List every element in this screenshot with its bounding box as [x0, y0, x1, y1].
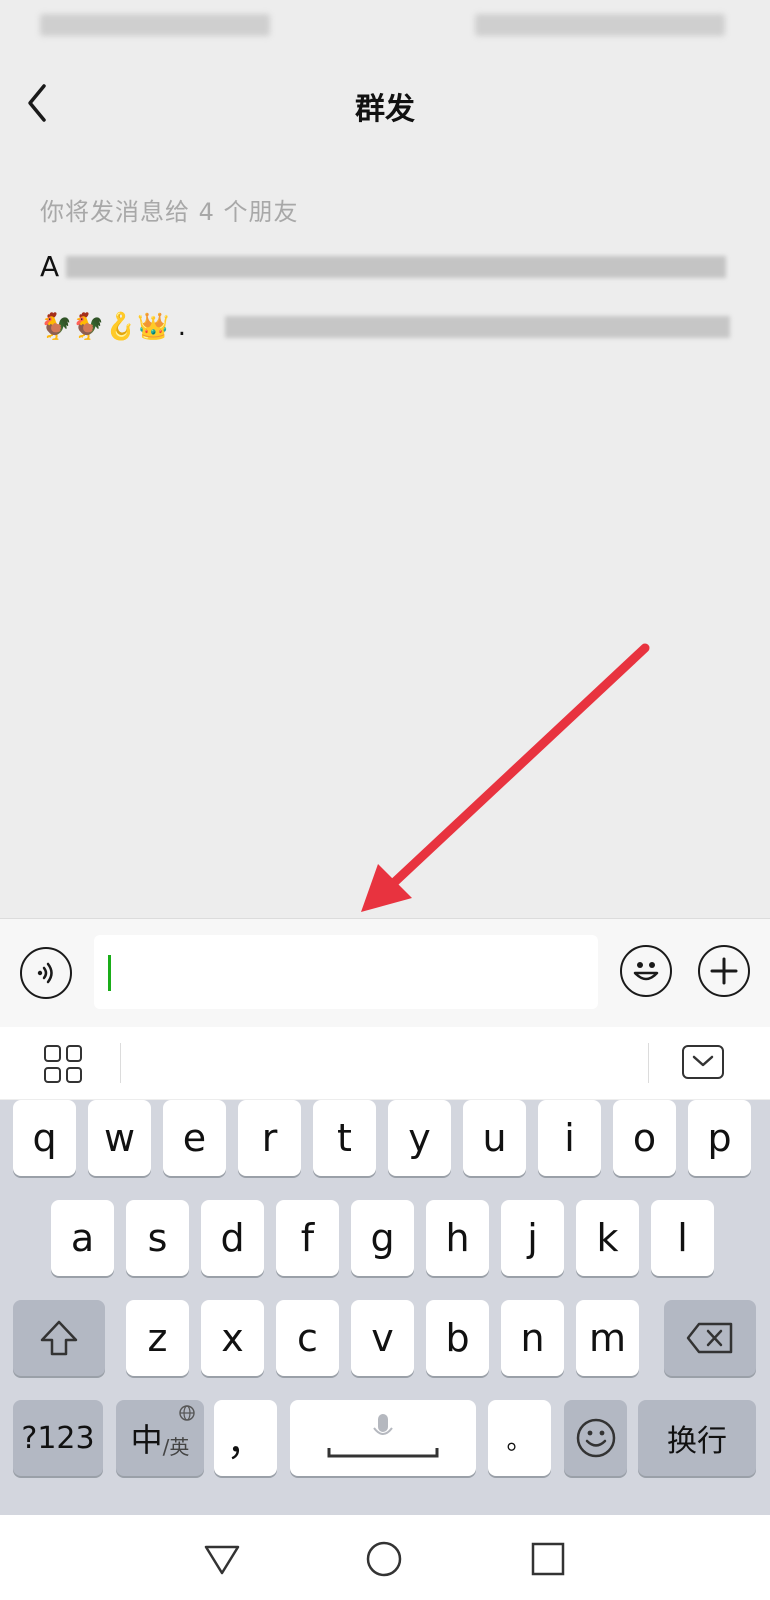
key-t[interactable]: t — [313, 1100, 376, 1176]
key-x[interactable]: x — [201, 1300, 264, 1376]
nav-bar: 群发 — [0, 60, 770, 150]
key-g[interactable]: g — [351, 1200, 414, 1276]
key-m[interactable]: m — [576, 1300, 639, 1376]
emoji-button[interactable] — [620, 945, 672, 997]
recipient-names: A 🐓🐓🪝👑 . — [40, 242, 730, 342]
back-triangle-icon[interactable] — [202, 1539, 242, 1579]
numbers-key[interactable]: ?123 — [13, 1400, 103, 1476]
hide-keyboard-icon[interactable] — [682, 1045, 724, 1079]
emoji-key[interactable] — [564, 1400, 627, 1476]
comma-key[interactable]: ， — [214, 1400, 277, 1476]
status-bar-right-blurred — [475, 14, 725, 36]
voice-toggle-button[interactable] — [20, 947, 72, 999]
key-c[interactable]: c — [276, 1300, 339, 1376]
key-y[interactable]: y — [388, 1100, 451, 1176]
recipient-names-mosaic-2 — [225, 316, 730, 338]
key-v[interactable]: v — [351, 1300, 414, 1376]
space-key[interactable] — [290, 1400, 476, 1476]
toolbar-divider — [648, 1043, 649, 1083]
text-caret — [108, 955, 111, 991]
smiley-icon — [633, 962, 659, 981]
keyboard-toolbar — [0, 1027, 770, 1099]
key-i[interactable]: i — [538, 1100, 601, 1176]
system-nav-bar — [0, 1515, 770, 1600]
status-bar — [0, 0, 770, 50]
key-d[interactable]: d — [201, 1200, 264, 1276]
key-p[interactable]: p — [688, 1100, 751, 1176]
smiley-icon — [576, 1418, 615, 1458]
globe-icon — [179, 1405, 195, 1421]
key-z[interactable]: z — [126, 1300, 189, 1376]
recipient-names-mosaic — [66, 256, 726, 278]
recents-square-icon[interactable] — [528, 1539, 568, 1579]
key-e[interactable]: e — [163, 1100, 226, 1176]
enter-key[interactable]: 换行 — [638, 1400, 756, 1476]
recipients-count-text: 你将发消息给 4 个朋友 — [40, 198, 299, 226]
toolbar-divider — [120, 1043, 121, 1083]
key-o[interactable]: o — [613, 1100, 676, 1176]
home-circle-icon[interactable] — [364, 1539, 404, 1579]
key-s[interactable]: s — [126, 1200, 189, 1276]
key-q[interactable]: q — [13, 1100, 76, 1176]
key-r[interactable]: r — [238, 1100, 301, 1176]
key-j[interactable]: j — [501, 1200, 564, 1276]
recipient-names-emoji: 🐓🐓🪝👑 . — [40, 312, 187, 342]
backspace-key[interactable] — [664, 1300, 756, 1376]
key-a[interactable]: a — [51, 1200, 114, 1276]
message-input-bar — [0, 918, 770, 1028]
key-l[interactable]: l — [651, 1200, 714, 1276]
status-bar-left-blurred — [40, 14, 270, 36]
shift-icon — [40, 1320, 78, 1356]
key-f[interactable]: f — [276, 1200, 339, 1276]
recipient-names-first-char: A — [40, 250, 60, 283]
chevron-down-icon — [692, 1055, 714, 1067]
language-switch-key[interactable]: 中/英 — [116, 1400, 204, 1476]
key-u[interactable]: u — [463, 1100, 526, 1176]
key-n[interactable]: n — [501, 1300, 564, 1376]
key-h[interactable]: h — [426, 1200, 489, 1276]
shift-key[interactable] — [13, 1300, 105, 1376]
more-button[interactable] — [698, 945, 750, 997]
keyboard: q w e r t y u i o p a s d f g h j k l z … — [0, 1100, 770, 1515]
message-input[interactable] — [94, 935, 598, 1009]
language-main-label: 中 — [130, 1421, 163, 1459]
keyboard-menu-grid-icon[interactable] — [44, 1045, 82, 1083]
key-w[interactable]: w — [88, 1100, 151, 1176]
voice-icon — [37, 962, 53, 984]
space-mic-icon — [327, 1414, 439, 1458]
language-sub-label: /英 — [162, 1434, 190, 1459]
plus-icon — [710, 957, 738, 985]
backspace-icon — [686, 1322, 733, 1354]
period-key[interactable]: 。 — [488, 1400, 551, 1476]
key-b[interactable]: b — [426, 1300, 489, 1376]
page-title: 群发 — [355, 92, 415, 127]
key-k[interactable]: k — [576, 1200, 639, 1276]
